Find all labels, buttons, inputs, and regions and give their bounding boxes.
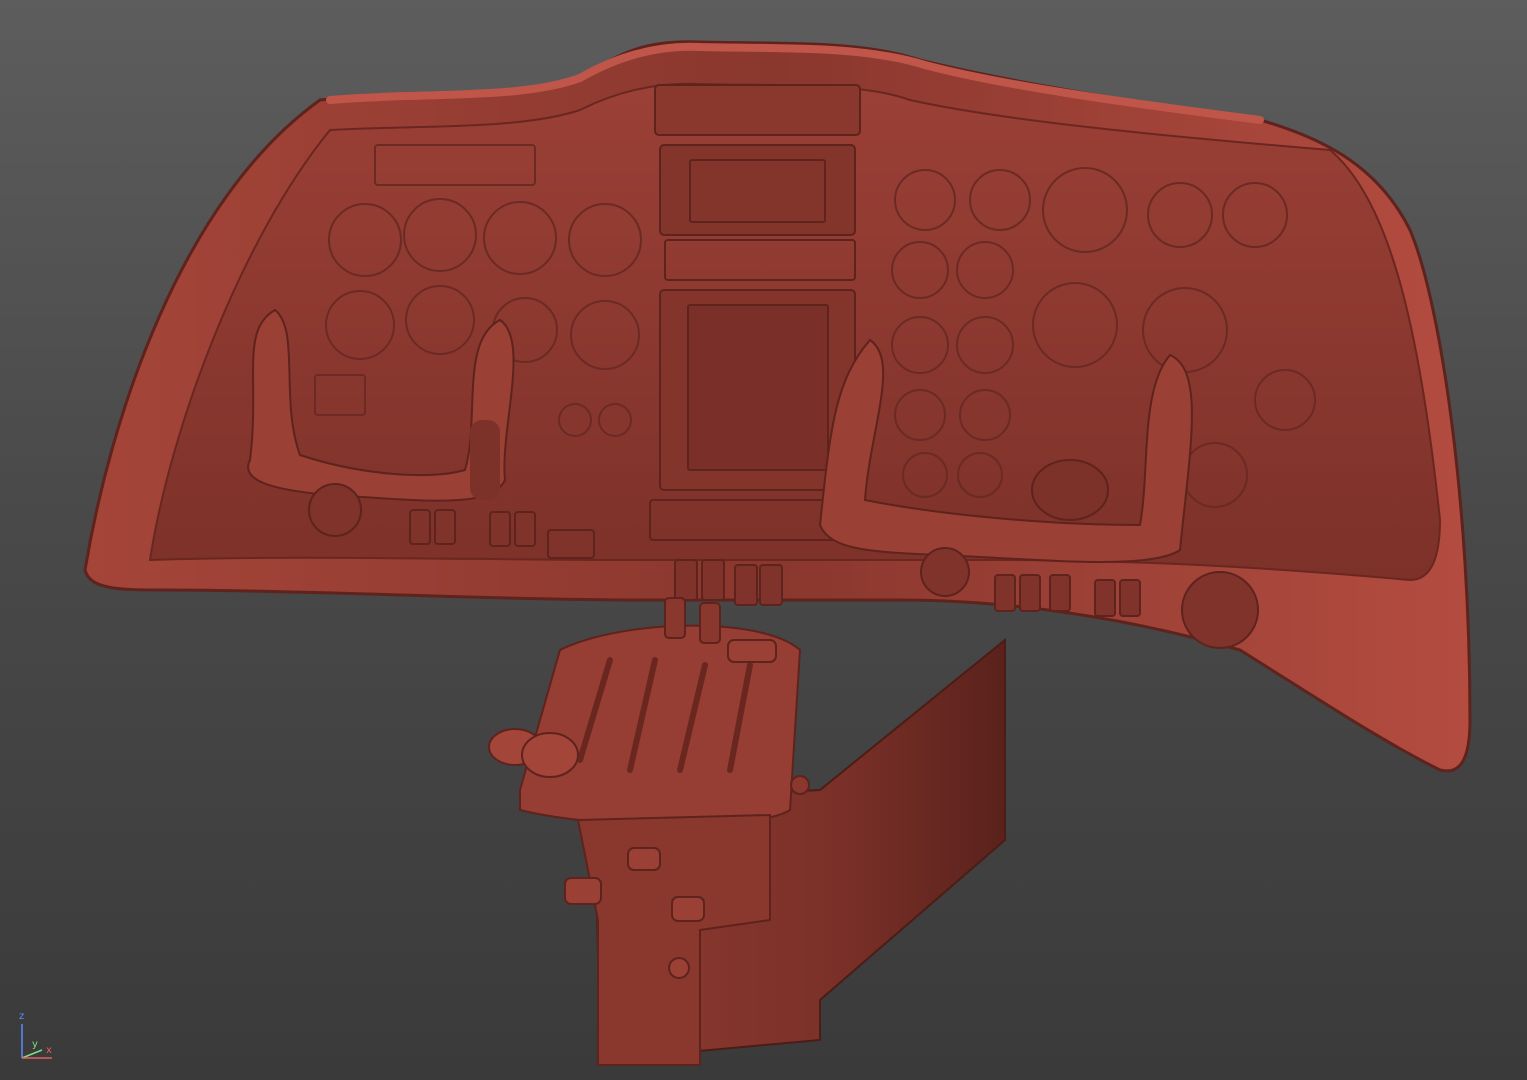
axis-z-label: z [19, 1011, 25, 1022]
axis-y-label: y [32, 1039, 38, 1050]
throttle-quadrant [488, 597, 802, 826]
axis-gizmo: z y x [12, 1010, 72, 1070]
cockpit-model[interactable] [0, 0, 1527, 1080]
3d-viewport[interactable]: z y x [0, 0, 1527, 1080]
axis-x-label: x [46, 1045, 52, 1056]
